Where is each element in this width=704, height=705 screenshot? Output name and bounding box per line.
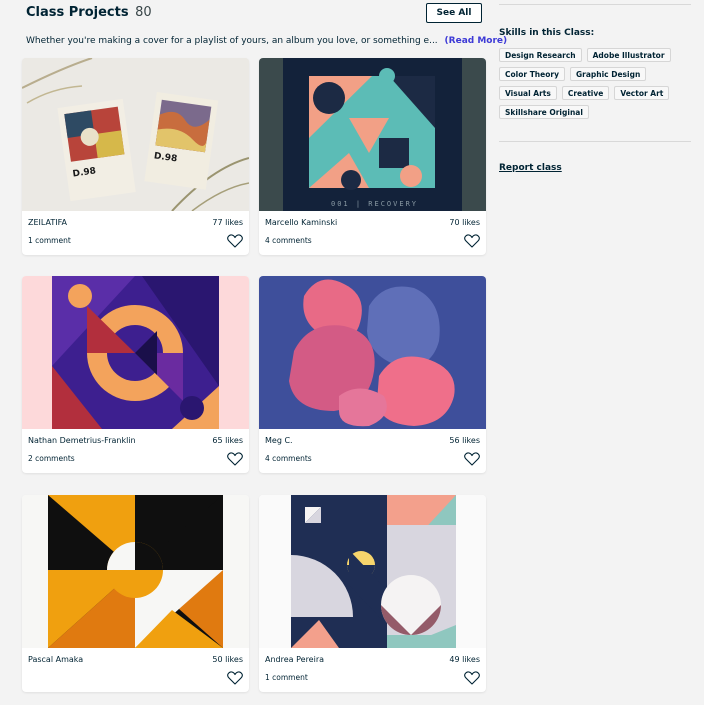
thumbnail-image bbox=[259, 276, 486, 429]
project-thumbnail[interactable] bbox=[22, 495, 249, 648]
skill-tag[interactable]: Adobe Illustrator bbox=[586, 48, 671, 62]
project-thumbnail[interactable] bbox=[22, 276, 249, 429]
thumbnail-image: D.98 D.98 bbox=[22, 58, 249, 211]
project-likes: 49 likes bbox=[449, 655, 480, 664]
heart-icon[interactable] bbox=[464, 452, 480, 466]
thumbnail-image bbox=[259, 495, 486, 648]
heart-icon[interactable] bbox=[227, 452, 243, 466]
project-likes: 77 likes bbox=[212, 218, 243, 227]
skill-tag[interactable]: Graphic Design bbox=[569, 67, 647, 81]
project-comments[interactable]: 1 comment bbox=[265, 673, 308, 682]
heart-icon[interactable] bbox=[227, 234, 243, 248]
project-likes: 50 likes bbox=[212, 655, 243, 664]
skill-tag[interactable]: Design Research bbox=[499, 48, 582, 62]
sidebar-divider bbox=[499, 4, 691, 5]
skill-tag[interactable]: Color Theory bbox=[499, 67, 565, 81]
skills-list: Design Research Adobe Illustrator Color … bbox=[499, 48, 691, 119]
project-likes: 56 likes bbox=[449, 436, 480, 445]
project-card[interactable]: Meg C. 56 likes 4 comments bbox=[259, 276, 486, 473]
skill-tag[interactable]: Vector Art bbox=[614, 86, 670, 100]
project-comments[interactable]: 4 comments bbox=[265, 454, 312, 463]
project-author[interactable]: Andrea Pereira bbox=[265, 655, 324, 664]
project-author[interactable]: ZEILATIFA bbox=[28, 218, 67, 227]
heart-icon[interactable] bbox=[464, 671, 480, 685]
section-title-text: Class Projects bbox=[26, 5, 129, 20]
heart-icon[interactable] bbox=[464, 234, 480, 248]
description-text: Whether you're making a cover for a play… bbox=[26, 36, 438, 46]
project-card[interactable]: Nathan Demetrius-Franklin 65 likes 2 com… bbox=[22, 276, 249, 473]
skills-title: Skills in this Class: bbox=[499, 28, 595, 38]
heart-icon[interactable] bbox=[227, 671, 243, 685]
project-card[interactable]: Pascal Amaka 50 likes bbox=[22, 495, 249, 692]
project-author[interactable]: Nathan Demetrius-Franklin bbox=[28, 436, 136, 445]
thumbnail-image bbox=[22, 276, 249, 429]
project-card[interactable]: D.98 D.98 ZEILATIFA 77 likes 1 comment bbox=[22, 58, 249, 255]
section-description: Whether you're making a cover for a play… bbox=[26, 36, 507, 46]
report-class-link[interactable]: Report class bbox=[499, 163, 562, 173]
read-more-link[interactable]: (Read More) bbox=[445, 36, 508, 46]
project-thumbnail[interactable]: 001 | RECOVERY bbox=[259, 58, 486, 211]
project-comments[interactable]: 2 comments bbox=[28, 454, 75, 463]
see-all-button[interactable]: See All bbox=[426, 3, 482, 23]
thumbnail-image: 001 | RECOVERY bbox=[259, 58, 486, 211]
project-thumbnail[interactable]: D.98 D.98 bbox=[22, 58, 249, 211]
project-likes: 70 likes bbox=[449, 218, 480, 227]
project-author[interactable]: Marcello Kaminski bbox=[265, 218, 337, 227]
project-comments[interactable]: 1 comment bbox=[28, 236, 71, 245]
project-comments[interactable]: 4 comments bbox=[265, 236, 312, 245]
thumbnail-caption: 001 | RECOVERY bbox=[331, 200, 418, 208]
thumbnail-image bbox=[22, 495, 249, 648]
project-author[interactable]: Meg C. bbox=[265, 436, 293, 445]
project-count: 80 bbox=[135, 5, 152, 20]
sidebar-divider bbox=[499, 141, 691, 142]
skill-tag[interactable]: Skillshare Original bbox=[499, 105, 589, 119]
project-card[interactable]: 001 | RECOVERY Marcello Kaminski 70 like… bbox=[259, 58, 486, 255]
section-title: Class Projects 80 bbox=[26, 5, 152, 20]
project-thumbnail[interactable] bbox=[259, 276, 486, 429]
project-card[interactable]: Andrea Pereira 49 likes 1 comment bbox=[259, 495, 486, 692]
skill-tag[interactable]: Creative bbox=[561, 86, 610, 100]
project-thumbnail[interactable] bbox=[259, 495, 486, 648]
project-author[interactable]: Pascal Amaka bbox=[28, 655, 83, 664]
project-likes: 65 likes bbox=[212, 436, 243, 445]
skill-tag[interactable]: Visual Arts bbox=[499, 86, 557, 100]
